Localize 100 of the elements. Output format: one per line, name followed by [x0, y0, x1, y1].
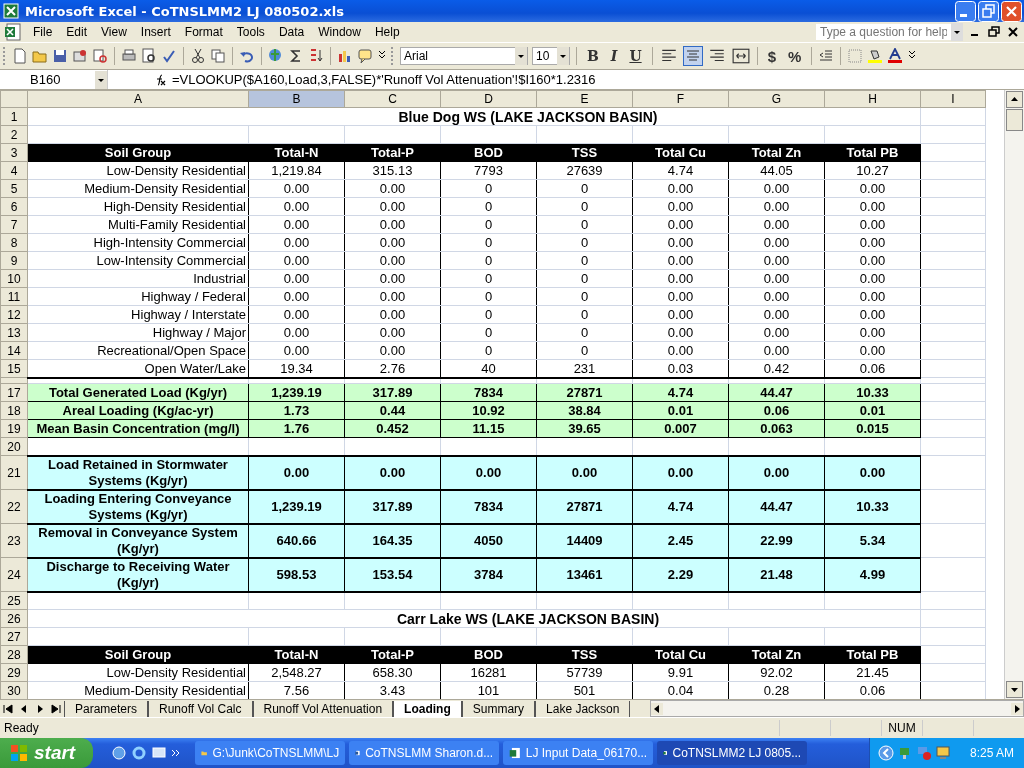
table-cell: 0.00 [248, 341, 345, 360]
horizontal-scrollbar[interactable] [650, 700, 1024, 717]
menu-item[interactable]: Format [177, 24, 230, 40]
taskbar-button[interactable]: G:\Junk\CoTNSLMM\LJ [195, 741, 346, 765]
number-format-button[interactable]: $ [763, 47, 780, 65]
row-label: Load Retained in Stormwater Systems (Kg/yr) [27, 455, 249, 490]
table-cell: 0.00 [248, 455, 345, 490]
formula-field[interactable]: =VLOOKUP($A160,Load,3,FALSE)*'Runoff Vol Attenuation'!$I160*1.2316 [172, 72, 596, 87]
table-cell: 0.00 [728, 305, 825, 324]
table-cell: 0 [440, 269, 537, 288]
table-cell: 0.00 [248, 269, 345, 288]
open-folder-icon[interactable] [32, 48, 48, 64]
table-cell: 9.91 [632, 663, 729, 682]
menu-item[interactable]: Tools [229, 24, 272, 40]
row-header[interactable]: 22 [0, 489, 28, 524]
chart-icon[interactable] [337, 48, 353, 64]
sheet-tab[interactable]: Parameters [64, 700, 149, 717]
cut-icon[interactable] [190, 48, 206, 64]
taskbar-button[interactable]: CoTNSLMM2 LJ 0805... [657, 741, 808, 765]
sheet-tab[interactable]: Runoff Vol Calc [148, 700, 253, 717]
first-sheet-icon[interactable] [2, 702, 14, 715]
taskbar-button[interactable]: LJ Input Data_06170... [503, 741, 654, 765]
chevron-icon[interactable] [171, 748, 182, 758]
sort-icon[interactable] [308, 48, 324, 64]
table-cell: 0 [440, 341, 537, 360]
format-button[interactable]: B [583, 48, 603, 64]
table-cell: 315.13 [344, 161, 441, 180]
table-cell: 0.00 [824, 305, 921, 324]
menu-item[interactable]: File [26, 24, 60, 40]
sheet-tab[interactable]: Summary [461, 700, 536, 717]
table-cell: 0.00 [728, 251, 825, 270]
table-cell: 0.00 [440, 455, 537, 490]
table-cell: 0.00 [344, 251, 441, 270]
menu-item[interactable]: Help [367, 24, 407, 40]
window-title: Microsoft Excel - CoTNSLMM2 LJ 080502.xls [25, 3, 344, 19]
print-preview-icon[interactable] [141, 48, 157, 64]
scroll-up-icon[interactable] [1006, 91, 1023, 108]
scroll-right-icon[interactable] [1011, 702, 1023, 715]
indent-icon[interactable] [818, 48, 835, 64]
font-size-field[interactable]: 10 [532, 47, 570, 65]
table-cell: 0.00 [248, 251, 345, 270]
monitor-icon[interactable] [934, 745, 951, 761]
menu-item[interactable]: Edit [59, 24, 95, 40]
table-cell: 0.00 [632, 197, 729, 216]
row-header[interactable]: 21 [0, 455, 28, 490]
column-header[interactable]: F [632, 90, 729, 108]
table-cell: 0.00 [632, 215, 729, 234]
font-color-icon[interactable] [887, 48, 904, 64]
column-header[interactable]: C [344, 90, 441, 108]
menu-item[interactable]: View [94, 24, 134, 40]
row-header[interactable]: 23 [0, 523, 28, 558]
help-search-field[interactable]: Type a question for help [816, 24, 951, 40]
column-header[interactable]: G [728, 90, 825, 108]
table-cell: 0.00 [248, 323, 345, 342]
table-cell: 0 [440, 233, 537, 252]
table-cell: 4.74 [632, 489, 729, 524]
menu-item[interactable]: Data [271, 24, 312, 40]
restore-icon[interactable] [987, 25, 1001, 39]
taskbar-button[interactable]: CoTNSLMM Sharon.d... [349, 741, 500, 765]
row-label: Medium-Density Residential [27, 179, 249, 198]
help-icon[interactable] [357, 48, 373, 64]
fill-color-icon[interactable] [867, 48, 884, 64]
table-cell: 0 [536, 287, 633, 306]
table-cell: 0.00 [824, 251, 921, 270]
table-cell: 0 [536, 179, 633, 198]
table-cell: 0 [536, 251, 633, 270]
table-cell: 0.00 [344, 341, 441, 360]
align-center-icon[interactable] [682, 46, 703, 66]
section-title: Blue Dog WS (LAKE JACKSON BASIN) [27, 107, 921, 126]
sheet-tab[interactable]: Lake Jackson [535, 700, 631, 717]
sheet-tab[interactable]: Loading [393, 700, 462, 717]
expand-tray-icon[interactable] [877, 745, 894, 761]
table-cell: 0.00 [824, 323, 921, 342]
save-icon[interactable] [52, 48, 68, 64]
last-sheet-icon[interactable] [50, 702, 62, 715]
scroll-down-icon[interactable] [1006, 681, 1023, 698]
menu-item[interactable]: Insert [133, 24, 178, 40]
font-name-field[interactable]: Arial [400, 47, 528, 65]
row-header[interactable]: 24 [0, 557, 28, 592]
table-cell: 0 [536, 215, 633, 234]
vertical-scrollbar[interactable] [1004, 90, 1024, 699]
merge-center-icon[interactable] [730, 46, 751, 66]
column-header[interactable]: I [920, 90, 986, 108]
close-icon[interactable] [1006, 25, 1020, 39]
column-header[interactable]: H [824, 90, 921, 108]
menu-item[interactable]: Window [311, 24, 368, 40]
format-button[interactable]: I [606, 48, 622, 64]
scroll-left-icon[interactable] [651, 702, 664, 715]
new-file-icon[interactable] [12, 48, 28, 64]
number-format-button[interactable]: % [783, 47, 806, 65]
column-header[interactable]: D [440, 90, 537, 108]
column-header[interactable]: A [27, 90, 249, 108]
column-header[interactable]: E [536, 90, 633, 108]
scroll-thumb[interactable] [1006, 109, 1023, 131]
row-label: Highway / Major [27, 323, 249, 342]
spelling-icon[interactable] [161, 48, 177, 64]
copy-icon[interactable] [210, 48, 226, 64]
print-icon[interactable] [121, 48, 137, 64]
format-button[interactable]: U [625, 48, 646, 64]
column-header[interactable]: B [248, 90, 345, 108]
